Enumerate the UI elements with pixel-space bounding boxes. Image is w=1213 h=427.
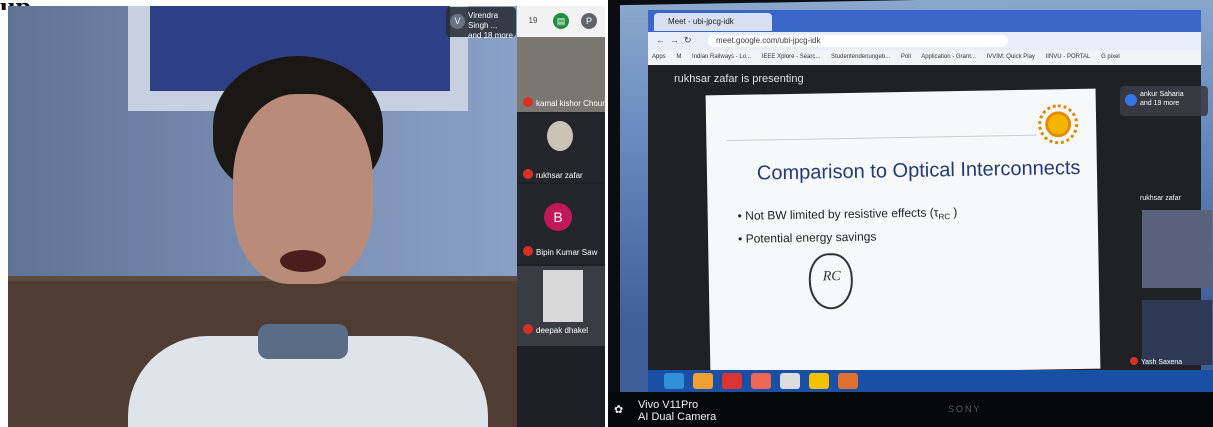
join-line1: ankur Saharia (1140, 91, 1184, 98)
address-bar-row: ← → ↻ meet.google.com/ubi-jpcg-idk (648, 32, 1201, 50)
mic-off-icon (523, 324, 533, 334)
camera-watermark-icon: ✿ (614, 404, 624, 416)
browser-tab-strip: Meet - ubi-jpcg-idk (648, 10, 1201, 32)
deepak-video (543, 270, 583, 322)
bookmark-gmail[interactable]: M (676, 54, 681, 60)
bookmark-apps[interactable]: Apps (652, 54, 666, 60)
chrome-icon[interactable] (809, 373, 829, 389)
tile-deepak[interactable]: deepak dhakel (517, 266, 605, 346)
bookmark-students[interactable]: Studentendenungeb... (831, 54, 890, 60)
participants-line1: Virendra Singh ... (468, 11, 499, 30)
right-laptop-photo: Meet - ubi-jpcg-idk ← → ↻ meet.google.co… (608, 0, 1213, 427)
meet-tab[interactable]: Meet - ubi-jpcg-idk (654, 13, 772, 31)
sun-logo-icon (1037, 103, 1079, 145)
back-icon[interactable]: ← (656, 35, 665, 45)
meet-top-bar: 19 ▤ P (517, 6, 605, 37)
start-icon[interactable] (664, 373, 684, 389)
user-avatar[interactable]: P (581, 13, 597, 29)
bookmark-ivvim[interactable]: IVVIM: Quick Play (987, 54, 1035, 60)
speaker-mouth (280, 250, 326, 272)
people-icon[interactable]: 19 (525, 13, 541, 29)
window-icon[interactable] (780, 373, 800, 389)
tile-label-bipin: Bipin Kumar Saw (523, 246, 597, 257)
speaker-collar (258, 324, 348, 359)
camera-line1: Vivo V11Pro (638, 399, 699, 411)
app-icon[interactable] (751, 373, 771, 389)
bookmark-application[interactable]: Application - Grant... (921, 54, 976, 60)
side-video-tile-2[interactable] (1142, 300, 1212, 365)
url-input[interactable]: meet.google.com/ubi-jpcg-idk (708, 35, 1008, 47)
bookmark-railways[interactable]: Indian Railways - Lo... (692, 54, 751, 60)
tile-label-rukhsar: rukhsar zafar (523, 169, 583, 180)
participant-dot-icon (1125, 94, 1137, 106)
bezel-brand: SONY (948, 404, 982, 414)
tile-rukhsar[interactable]: rukhsar zafar (517, 114, 605, 182)
rukhsar-avatar (547, 121, 573, 151)
side-name-label: Yash Saxena (1130, 357, 1182, 366)
bookmark-portal[interactable]: IINVU - PORTAL (1046, 54, 1091, 60)
participants-line2: and 18 more (468, 31, 513, 40)
presented-slide: Comparison to Optical Interconnects Not … (705, 88, 1101, 376)
explorer-icon[interactable] (693, 373, 713, 389)
tile-label-deepak: deepak dhakel (523, 324, 588, 335)
participant-avatar: V (450, 14, 465, 29)
bullet-1: Not BW limited by resistive effects (τRC… (738, 203, 958, 230)
tile-label-kamal: kamal kishor Choure (523, 97, 606, 108)
slide-divider (726, 134, 1037, 142)
bipin-avatar: B (544, 203, 572, 231)
participants-pill-right[interactable]: ankur Saharia and 19 more (1120, 86, 1208, 116)
camera-watermark: Vivo V11Pro AI Dual Camera (638, 399, 716, 423)
side-presenter-label: rukhsar zafar (1140, 195, 1181, 202)
mic-off-icon (1130, 357, 1138, 365)
side-video-tile-1[interactable] (1142, 210, 1212, 288)
reload-icon[interactable]: ↻ (684, 35, 692, 46)
join-line2: and 19 more (1140, 100, 1180, 107)
tile-kamal[interactable]: kamal kishor Choure (517, 37, 606, 112)
forward-icon[interactable]: → (670, 35, 679, 45)
presenting-label: rukhsar zafar is presenting (674, 73, 804, 85)
camera-line2: AI Dual Camera (638, 411, 717, 423)
bookmark-poll[interactable]: Poll (901, 54, 911, 60)
bookmarks-bar: Apps M Indian Railways - Lo... IEEE Xplo… (648, 50, 1201, 65)
slide-bullets: Not BW limited by resistive effects (τRC… (738, 203, 958, 249)
media-icon[interactable] (722, 373, 742, 389)
windows-taskbar (648, 370, 1213, 392)
bookmark-pixel[interactable]: G pixel (1101, 54, 1120, 60)
participants-pill[interactable]: V Virendra Singh ... and 18 more (446, 7, 516, 40)
chat-icon[interactable]: ▤ (553, 13, 569, 29)
bullet-2: Potential energy savings (738, 226, 958, 249)
slide-title: Comparison to Optical Interconnects (756, 156, 1081, 185)
folder-icon[interactable] (838, 373, 858, 389)
mic-off-icon (523, 169, 533, 179)
mic-off-icon (523, 246, 533, 256)
main-speaker-video (8, 6, 520, 427)
bookmark-ieee[interactable]: IEEE Xplore - Searc... (762, 54, 821, 60)
hand-drawn-text: RC (822, 269, 841, 285)
left-video-call-photo: up V Virendra Singh ... and 18 more 19 ▤… (0, 0, 606, 427)
mic-off-icon (523, 97, 533, 107)
